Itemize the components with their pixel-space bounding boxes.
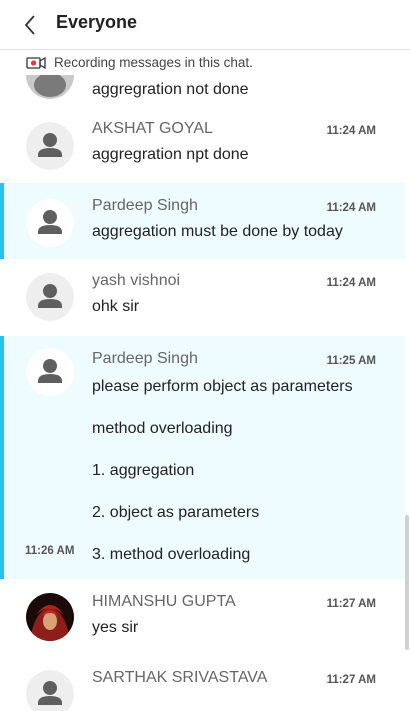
page-title: Everyone [56,12,138,32]
avatar [26,348,74,396]
avatar [26,199,74,247]
chevron-left-icon [24,15,35,35]
avatar [26,75,74,99]
message-text: method overloading [92,420,233,437]
message-text: 2. object as parameters [92,504,260,521]
sender-name: yash vishnoi [92,272,181,289]
message-time: 11:24 AM [326,125,376,137]
avatar [26,273,74,321]
avatar [26,593,74,641]
message-time: 11:24 AM [326,277,376,289]
avatar [26,122,74,170]
message-text: 3. method overloading [92,546,251,563]
message-text: please perform object as parameters [92,378,353,395]
recording-text: Recording messages in this chat. [54,55,253,70]
sender-name: HIMANSHU GUPTA [92,593,236,610]
sender-name: AKSHAT GOYAL [92,120,213,137]
scrollbar[interactable] [405,515,409,650]
user-placeholder-icon [26,348,74,396]
message-text: ohk sir [92,298,140,315]
back-button[interactable] [18,12,44,38]
message-item: Pardeep Singh 11:25 AM please perform ob… [0,336,405,579]
message-item: Pardeep Singh 11:24 AM aggregation must … [0,183,405,259]
message-text: aggregration npt done [92,146,249,163]
user-placeholder-icon [26,670,74,711]
message-time: 11:24 AM [326,202,376,214]
message-time: 11:27 AM [326,674,376,686]
message-time: 11:25 AM [326,355,376,367]
message-list[interactable]: aggregration not done AKSHAT GOYAL 11:24… [0,75,405,711]
video-record-icon [26,56,46,70]
message-text: yes sir [92,619,139,636]
recording-banner: Recording messages in this chat. [0,51,410,75]
sender-name: SARTHAK SRIVASTAVA [92,669,268,686]
user-placeholder-icon [26,273,74,321]
message-time: 11:26 AM [25,545,75,557]
chat-header: Everyone [0,0,410,50]
message-item: AKSHAT GOYAL 11:24 AM aggregration npt d… [0,106,405,183]
message-text: aggregration not done [92,81,249,98]
sender-name: Pardeep Singh [92,197,198,214]
avatar [26,670,74,711]
user-placeholder-icon [26,122,74,170]
message-item: HIMANSHU GUPTA 11:27 AM yes sir [0,579,405,656]
message-text: aggregation must be done by today [92,223,343,240]
message-item: yash vishnoi 11:24 AM ohk sir [0,259,405,336]
message-text: 1. aggregation [92,462,195,479]
message-time: 11:27 AM [326,598,376,610]
sender-name: Pardeep Singh [92,350,198,367]
user-placeholder-icon [26,199,74,247]
message-item: SARTHAK SRIVASTAVA 11:27 AM [0,656,405,711]
message-item: aggregration not done [0,75,405,106]
